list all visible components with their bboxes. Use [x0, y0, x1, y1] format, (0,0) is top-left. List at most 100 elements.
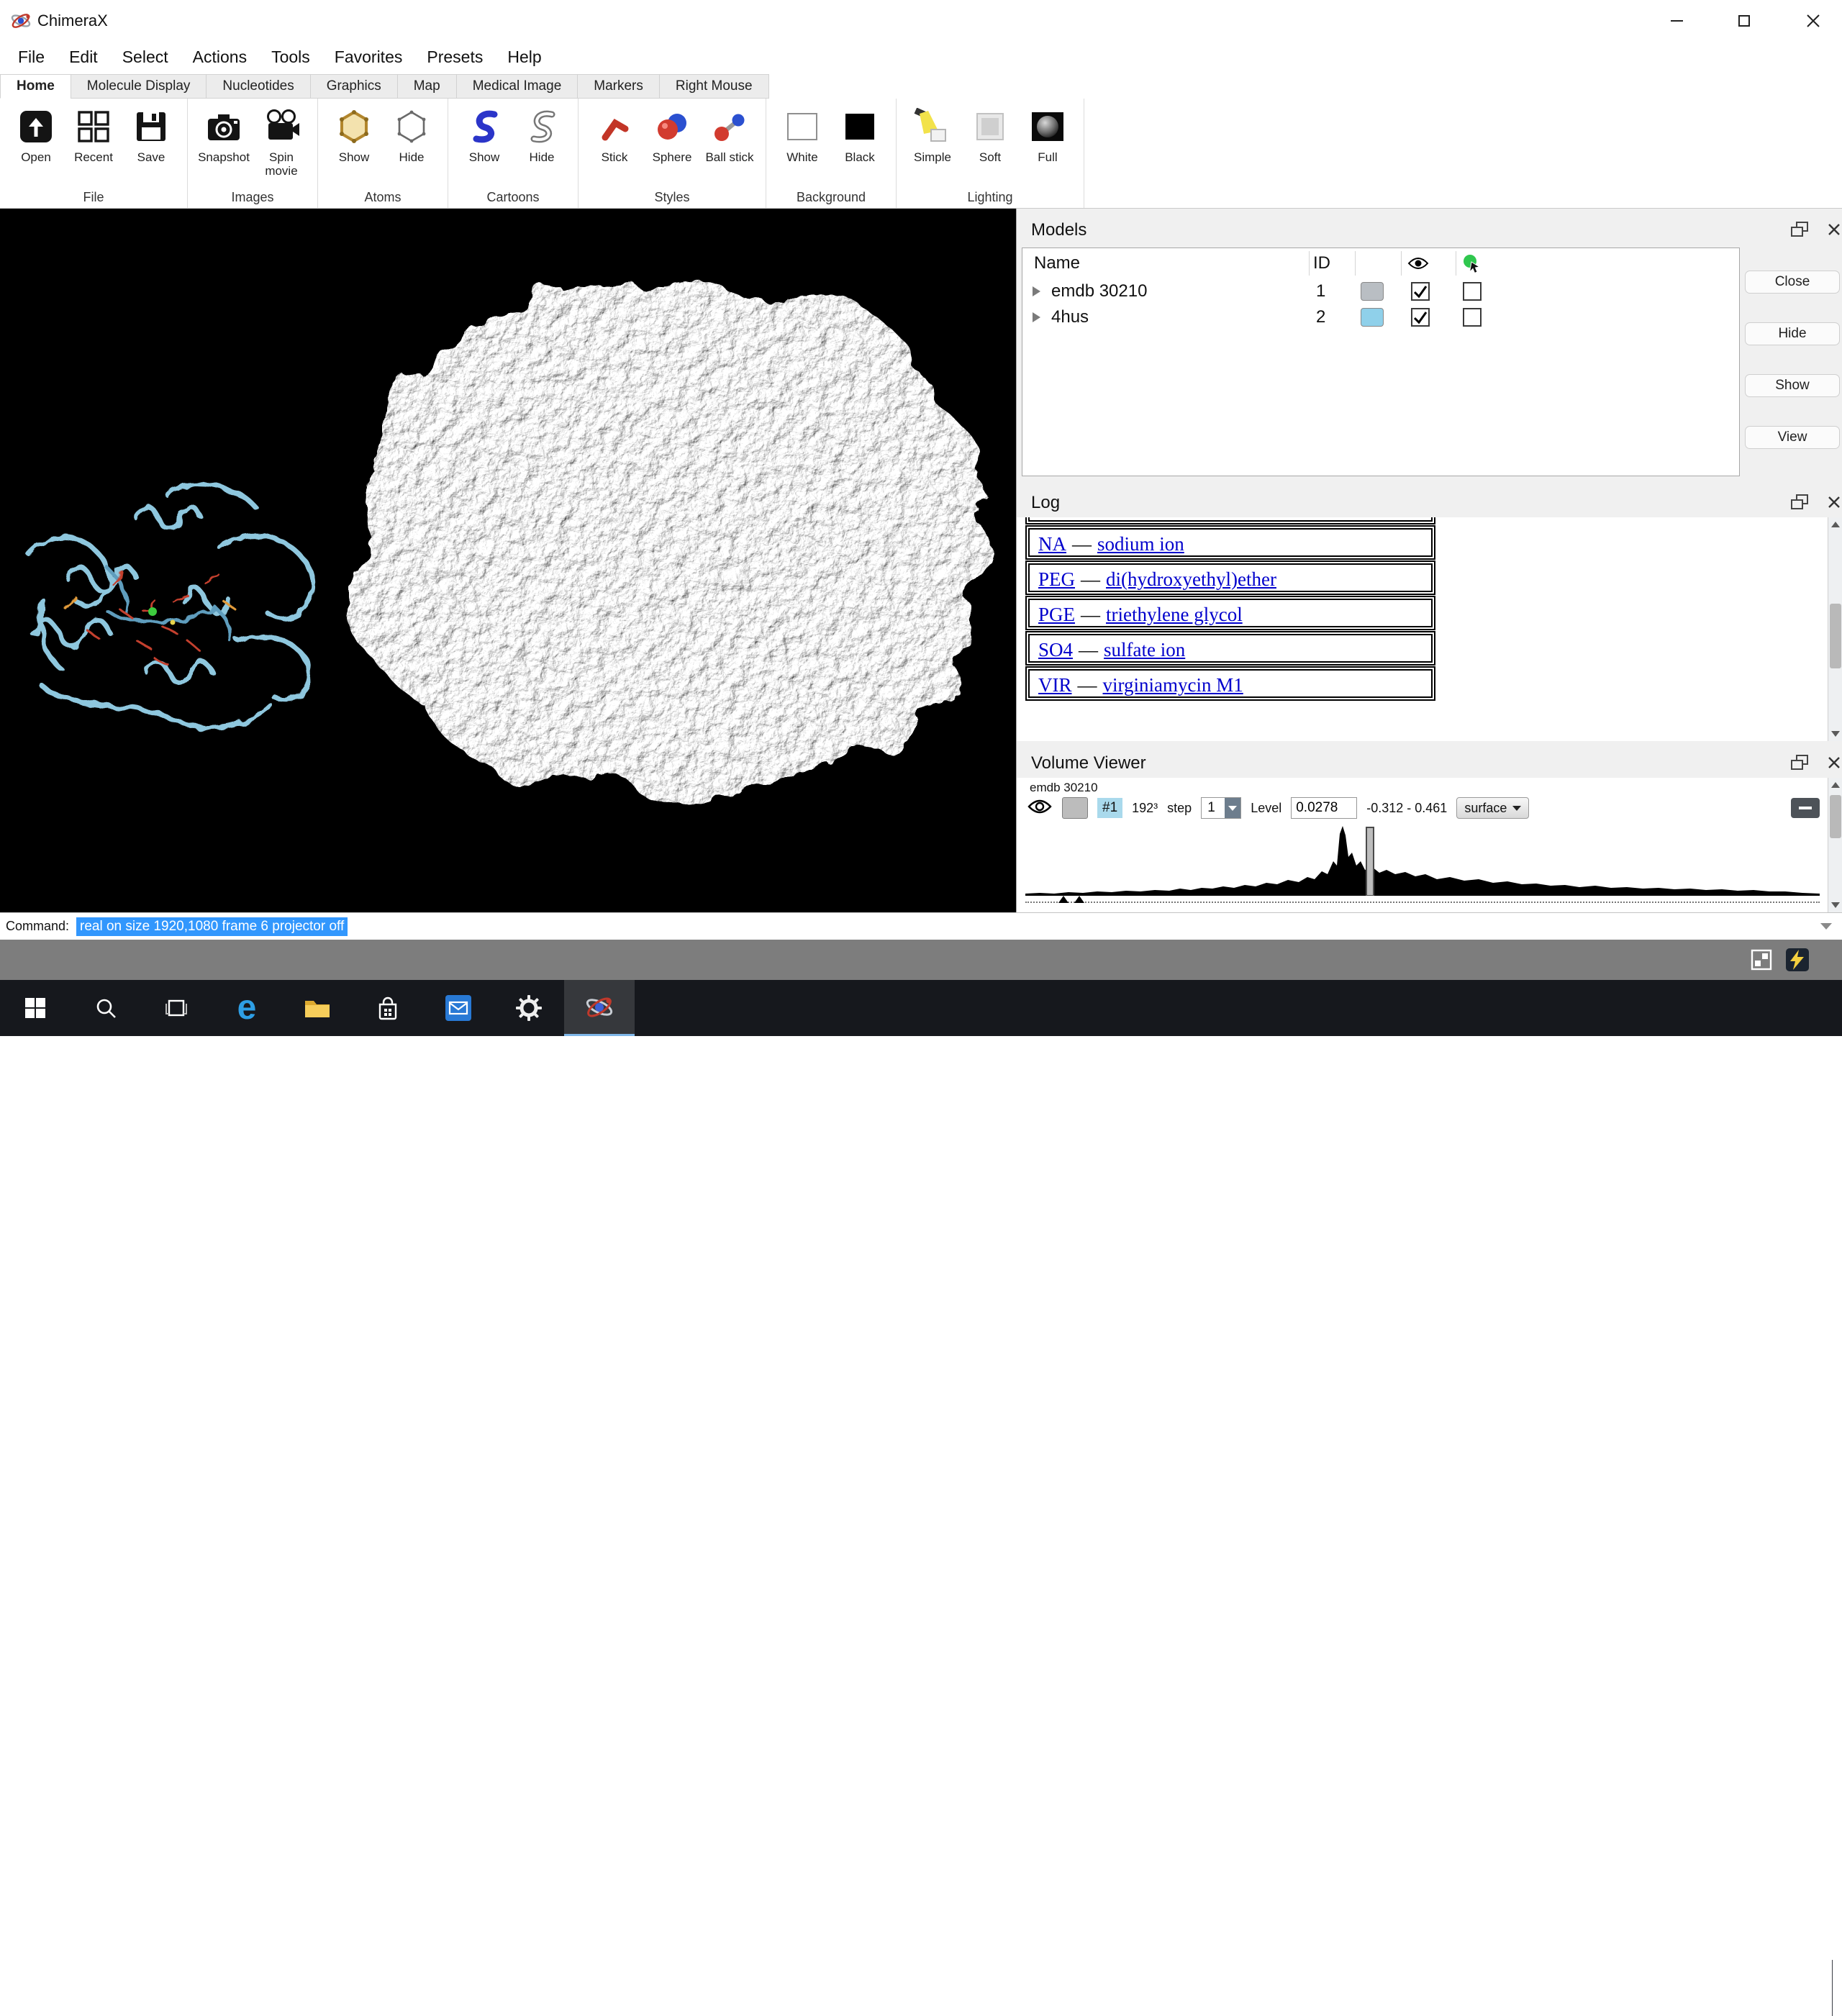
- tab-markers[interactable]: Markers: [577, 74, 660, 99]
- snapshot-button[interactable]: Snapshot: [196, 104, 251, 188]
- search-button[interactable]: [71, 980, 141, 1036]
- volume-speaker-icon[interactable]: [1667, 1977, 1689, 1999]
- ligand-code-link[interactable]: SO4: [1038, 639, 1073, 660]
- volume-viewer-close-icon[interactable]: [1823, 752, 1842, 773]
- maximize-button[interactable]: [1718, 0, 1770, 42]
- lighting-soft-button[interactable]: Soft: [963, 104, 1017, 188]
- scroll-up-icon[interactable]: [1828, 517, 1842, 532]
- tray-expand-chevron-icon[interactable]: [1591, 1979, 1608, 1997]
- close-button[interactable]: [1787, 0, 1839, 42]
- ligand-code-link[interactable]: VIR: [1038, 674, 1072, 696]
- mail-button[interactable]: [423, 980, 494, 1036]
- chimerax-taskbar-button[interactable]: [564, 980, 635, 1036]
- menu-file[interactable]: File: [6, 42, 57, 72]
- start-button[interactable]: [0, 980, 71, 1036]
- store-button[interactable]: [353, 980, 423, 1036]
- minimize-button[interactable]: [1651, 0, 1702, 42]
- model-selected-checkbox[interactable]: [1463, 282, 1482, 301]
- ligand-code-link[interactable]: PEG: [1038, 568, 1075, 590]
- cartoons-hide-button[interactable]: Hide: [514, 104, 569, 188]
- menu-edit[interactable]: Edit: [57, 42, 110, 72]
- range-marker-icon[interactable]: [1074, 896, 1084, 903]
- scroll-down-icon[interactable]: [1828, 898, 1842, 912]
- model-shown-checkbox[interactable]: [1411, 282, 1430, 301]
- model-selected-checkbox[interactable]: [1463, 308, 1482, 327]
- volume-histogram[interactable]: [1025, 824, 1820, 896]
- atoms-hide-button[interactable]: Hide: [384, 104, 439, 188]
- menu-presets[interactable]: Presets: [414, 42, 495, 72]
- settings-button[interactable]: [494, 980, 564, 1036]
- ligand-code-link[interactable]: NA: [1038, 533, 1066, 555]
- models-float-icon[interactable]: [1788, 219, 1811, 240]
- tab-home[interactable]: Home: [0, 74, 71, 99]
- volume-shown-eye-icon[interactable]: [1027, 798, 1053, 819]
- command-input[interactable]: real on size 1920,1080 frame 6 projector…: [76, 917, 1799, 937]
- model-shown-checkbox[interactable]: [1411, 308, 1430, 327]
- panel-options-button[interactable]: [1791, 798, 1820, 818]
- models-close-model-button[interactable]: Close: [1745, 271, 1840, 294]
- log-content[interactable]: NA—sodium ion PEG—di(hydroxyethyl)ether …: [1017, 517, 1842, 741]
- models-show-button[interactable]: Show: [1745, 374, 1840, 397]
- lighting-simple-button[interactable]: Simple: [905, 104, 960, 188]
- spin-movie-button[interactable]: Spin movie: [254, 104, 309, 188]
- recent-button[interactable]: Recent: [66, 104, 121, 188]
- stick-button[interactable]: Stick: [587, 104, 642, 188]
- lightning-shortcut-icon[interactable]: [1784, 947, 1810, 976]
- volume-model-id[interactable]: #1: [1097, 798, 1122, 818]
- display-layout-shortcut-icon[interactable]: [1750, 948, 1773, 975]
- scrollbar-thumb[interactable]: [1830, 795, 1841, 838]
- expand-chevron-icon[interactable]: [1033, 286, 1040, 296]
- level-input[interactable]: [1291, 797, 1357, 819]
- menu-actions[interactable]: Actions: [181, 42, 259, 72]
- tab-medical-image[interactable]: Medical Image: [456, 74, 579, 99]
- expand-chevron-icon[interactable]: [1033, 312, 1040, 322]
- scrollbar-thumb[interactable]: [1830, 604, 1841, 668]
- action-center-icon[interactable]: [1790, 1976, 1813, 2001]
- log-close-icon[interactable]: [1823, 491, 1842, 513]
- volume-color-swatch[interactable]: [1062, 797, 1088, 819]
- network-display-icon[interactable]: [1627, 1978, 1648, 1999]
- sphere-button[interactable]: Sphere: [645, 104, 699, 188]
- models-close-icon[interactable]: [1823, 219, 1842, 240]
- graphics-viewport[interactable]: [0, 209, 1016, 912]
- ligand-desc-link[interactable]: sulfate ion: [1104, 639, 1185, 660]
- scroll-up-icon[interactable]: [1828, 778, 1842, 792]
- ligand-desc-link[interactable]: triethylene glycol: [1106, 604, 1243, 625]
- menu-help[interactable]: Help: [495, 42, 553, 72]
- save-button[interactable]: Save: [124, 104, 178, 188]
- command-history-dropdown-icon[interactable]: [1820, 923, 1832, 930]
- tab-graphics[interactable]: Graphics: [310, 74, 398, 99]
- scroll-down-icon[interactable]: [1828, 727, 1842, 741]
- ligand-code-link[interactable]: PGE: [1038, 604, 1075, 625]
- menu-favorites[interactable]: Favorites: [322, 42, 415, 72]
- file-explorer-button[interactable]: [282, 980, 353, 1036]
- ligand-desc-link[interactable]: di(hydroxyethyl)ether: [1106, 568, 1276, 590]
- menu-tools[interactable]: Tools: [259, 42, 322, 72]
- log-float-icon[interactable]: [1788, 491, 1811, 513]
- ligand-desc-link[interactable]: virginiamycin M1: [1103, 674, 1243, 696]
- cartoons-show-button[interactable]: Show: [457, 104, 512, 188]
- style-dropdown[interactable]: surface: [1456, 797, 1529, 819]
- model-row-4hus[interactable]: 4hus 2: [1022, 304, 1739, 330]
- task-view-button[interactable]: [141, 980, 212, 1036]
- open-button[interactable]: Open: [9, 104, 63, 188]
- background-black-button[interactable]: Black: [832, 104, 887, 188]
- volume-viewer-float-icon[interactable]: [1788, 752, 1811, 773]
- ball-stick-button[interactable]: Ball stick: [702, 104, 757, 188]
- model-color-swatch[interactable]: [1361, 308, 1384, 327]
- background-white-button[interactable]: White: [775, 104, 830, 188]
- menu-select[interactable]: Select: [110, 42, 181, 72]
- tab-right-mouse[interactable]: Right Mouse: [659, 74, 769, 99]
- models-view-button[interactable]: View: [1745, 426, 1840, 449]
- ligand-desc-link[interactable]: sodium ion: [1097, 533, 1184, 555]
- volume-viewer-scrollbar[interactable]: [1828, 778, 1842, 912]
- step-dropdown[interactable]: 1: [1201, 797, 1241, 819]
- plane-slider-track[interactable]: [1025, 902, 1820, 903]
- model-color-swatch[interactable]: [1361, 282, 1384, 301]
- range-marker-icon[interactable]: [1058, 896, 1069, 903]
- lighting-full-button[interactable]: Full: [1020, 104, 1075, 188]
- log-scrollbar[interactable]: [1828, 517, 1842, 741]
- tab-molecule-display[interactable]: Molecule Display: [71, 74, 207, 99]
- atoms-show-button[interactable]: Show: [327, 104, 381, 188]
- tab-map[interactable]: Map: [397, 74, 457, 99]
